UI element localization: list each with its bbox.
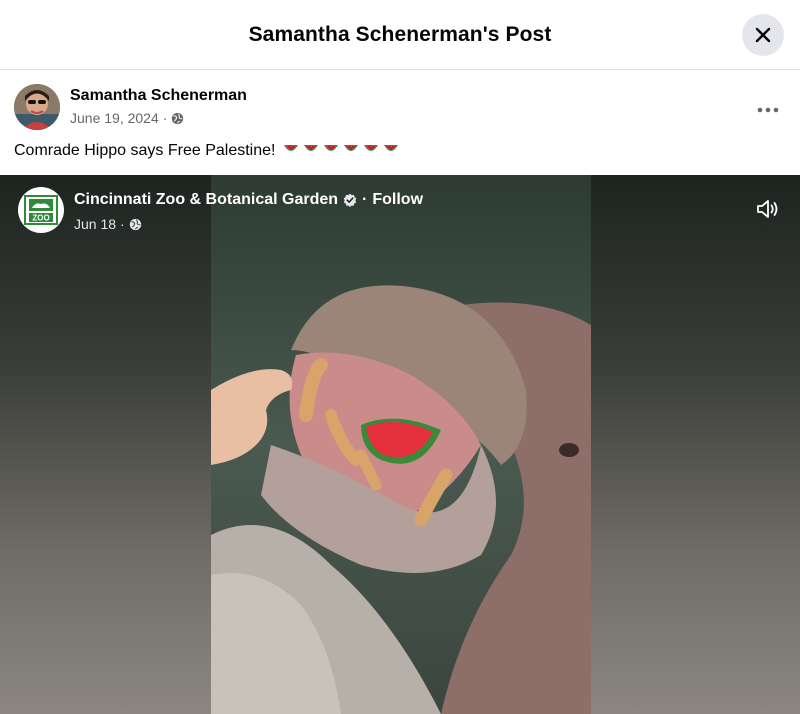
post-message: Comrade Hippo says Free Palestine! [14, 142, 276, 159]
follow-button[interactable]: Follow [372, 191, 423, 209]
follow-separator: · [362, 191, 368, 208]
verified-badge-icon [343, 193, 357, 207]
shared-page-name[interactable]: Cincinnati Zoo & Botanical Garden [74, 191, 338, 209]
post-text: Comrade Hippo says Free Palestine! [14, 142, 399, 160]
sound-toggle-button[interactable] [754, 195, 782, 223]
dialog-header: Samantha Schenerman's Post [0, 0, 800, 70]
avatar[interactable] [14, 84, 60, 130]
shared-post-header: ZOO Cincinnati Zoo & Botanical Garden · … [18, 187, 618, 237]
meta-separator: · [162, 110, 168, 126]
watermelon-icon [284, 145, 299, 151]
shared-page-name-row: Cincinnati Zoo & Botanical Garden · Foll… [74, 191, 423, 209]
shared-meta-separator: · [120, 216, 125, 232]
close-button[interactable] [742, 14, 784, 56]
watermelon-icon [384, 145, 399, 151]
post-date[interactable]: June 19, 2024 [70, 110, 159, 126]
post-meta: June 19, 2024 · [70, 110, 184, 126]
post-header: Samantha Schenerman June 19, 2024 · [14, 84, 786, 132]
more-options-icon [757, 107, 779, 113]
emoji-row [279, 142, 399, 160]
zoo-logo[interactable]: ZOO [18, 187, 64, 233]
zoo-logo-text: ZOO [32, 214, 49, 223]
video-frame[interactable] [211, 175, 591, 714]
video-player[interactable]: ZOO Cincinnati Zoo & Botanical Garden · … [0, 175, 800, 714]
more-options-button[interactable] [750, 92, 786, 128]
watermelon-icon [364, 145, 379, 151]
watermelon-icon [344, 145, 359, 151]
close-icon [755, 27, 771, 43]
author-name[interactable]: Samantha Schenerman [70, 87, 247, 105]
globe-icon [172, 112, 184, 124]
globe-icon [129, 218, 141, 230]
watermelon-icon [304, 145, 319, 151]
shared-post-meta: Jun 18 · [74, 216, 142, 232]
dialog-title: Samantha Schenerman's Post [248, 22, 552, 46]
shared-post-date[interactable]: Jun 18 [74, 216, 116, 232]
speaker-icon [757, 200, 778, 218]
watermelon-icon [324, 145, 339, 151]
